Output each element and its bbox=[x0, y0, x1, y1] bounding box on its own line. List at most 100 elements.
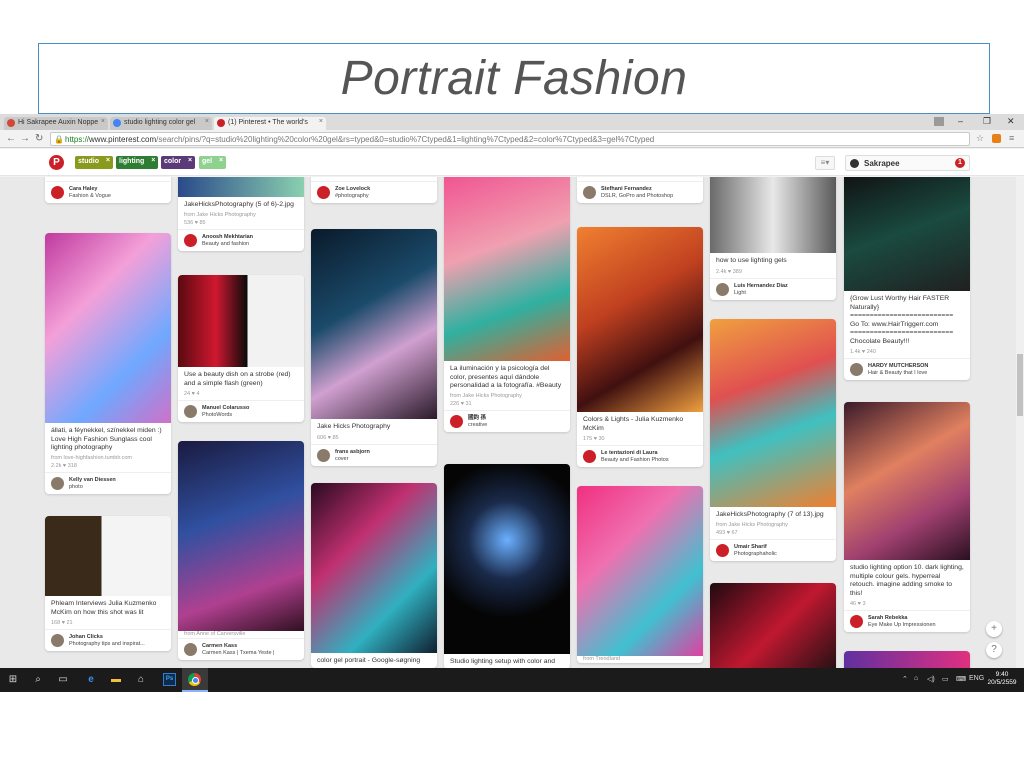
board-name[interactable]: Beauty and fashion bbox=[202, 241, 249, 247]
tab-gmail[interactable]: Hi Sakrapee Auxin Noppe × bbox=[4, 117, 108, 130]
pin-card[interactable] bbox=[844, 651, 970, 668]
pinner-name[interactable]: Carmen Kass bbox=[202, 643, 304, 650]
pin-card[interactable]: Colors & Lights - Julia Kuzmenko McKim 17… bbox=[577, 227, 703, 467]
pin-attribution[interactable]: 國鈞 孫 creative bbox=[444, 409, 570, 432]
pinner-name[interactable]: Luis Hernandez Diaz bbox=[734, 283, 836, 290]
pin-attribution[interactable]: frans asbjorn cover bbox=[311, 443, 437, 466]
board-name[interactable]: creative bbox=[468, 422, 487, 428]
board-name[interactable]: DSLR, GoPro and Photoshop bbox=[601, 193, 673, 199]
avatar[interactable] bbox=[317, 448, 330, 462]
chrome-icon[interactable] bbox=[188, 673, 201, 686]
pin-image[interactable] bbox=[844, 177, 970, 291]
avatar[interactable] bbox=[184, 405, 197, 418]
store-icon[interactable]: ⌂ bbox=[134, 673, 148, 687]
pin-card[interactable]: from Trendland bbox=[577, 486, 703, 663]
volume-icon[interactable]: ◁) bbox=[927, 675, 935, 683]
url-input[interactable]: 🔒 https://www.pinterest.com/search/pins/… bbox=[50, 132, 970, 146]
language-indicator[interactable]: ENG bbox=[969, 675, 984, 682]
pin-source[interactable]: from Jake Hicks Photography bbox=[178, 212, 304, 219]
avatar[interactable] bbox=[51, 476, 64, 490]
pinner-name[interactable]: frans asbjorn bbox=[335, 449, 437, 456]
pin-card[interactable]: {Grow Lust Worthy Hair FASTER Naturally}… bbox=[844, 177, 970, 380]
avatar[interactable] bbox=[583, 450, 596, 463]
pin-source[interactable]: from Jake Hicks Photography bbox=[710, 522, 836, 529]
close-icon[interactable]: × bbox=[319, 118, 323, 125]
pin-attribution[interactable]: Anoosh Mekhtarian Beauty and fashion bbox=[178, 228, 304, 251]
pin-attribution[interactable]: Sarah Rebekka Eye Make Up Impressionen bbox=[844, 610, 970, 632]
board-name[interactable]: cover bbox=[335, 456, 348, 462]
avatar[interactable] bbox=[184, 643, 197, 656]
reload-icon[interactable]: ↻ bbox=[35, 133, 43, 144]
close-window-button[interactable]: ✕ bbox=[1007, 116, 1015, 127]
options-menu-button[interactable]: ≡▾ bbox=[815, 156, 835, 170]
pin-image[interactable] bbox=[444, 177, 570, 361]
pin-card[interactable]: 563 ♥ 55Stefhani FernandezDSLR, GoPro an… bbox=[577, 177, 703, 203]
board-name[interactable]: Eye Make Up Impressionen bbox=[868, 622, 936, 628]
back-icon[interactable]: ← bbox=[6, 133, 16, 144]
pin-source[interactable]: from Trendland bbox=[577, 656, 703, 663]
star-icon[interactable]: ☆ bbox=[976, 133, 984, 144]
tab-pinterest[interactable]: (1) Pinterest • The world's × bbox=[214, 117, 326, 130]
file-explorer-icon[interactable]: ▬ bbox=[109, 673, 123, 687]
pinner-name[interactable]: Zoe Lovelock bbox=[335, 186, 437, 193]
avatar[interactable] bbox=[716, 282, 729, 296]
tray-arrow-icon[interactable]: ⌃ bbox=[902, 675, 908, 683]
forward-icon[interactable]: → bbox=[20, 133, 30, 144]
pin-image[interactable] bbox=[577, 486, 703, 656]
avatar[interactable] bbox=[317, 186, 330, 199]
avatar[interactable] bbox=[583, 186, 596, 199]
pin-image[interactable] bbox=[844, 651, 970, 668]
filter-chip-studio[interactable]: studio × bbox=[75, 156, 113, 169]
pin-image[interactable] bbox=[444, 464, 570, 654]
pinner-name[interactable]: Sarah Rebekka bbox=[868, 615, 970, 622]
pin-source[interactable]: from love-highfashion.tumblr.com bbox=[45, 455, 171, 462]
pin-card[interactable]: Phleam Interviews Julia Kuzmenko McKim o… bbox=[45, 516, 171, 651]
pin-card[interactable]: JakeHicksPhotography (7 of 13).jpg from J… bbox=[710, 319, 836, 561]
windows-start-icon[interactable]: ⊞ bbox=[6, 673, 20, 687]
avatar[interactable] bbox=[51, 634, 64, 647]
close-icon[interactable]: × bbox=[101, 118, 105, 125]
task-view-icon[interactable]: ▭ bbox=[56, 673, 70, 687]
remove-icon[interactable]: × bbox=[106, 157, 110, 164]
avatar[interactable] bbox=[184, 233, 197, 247]
pin-image[interactable] bbox=[45, 233, 171, 423]
remove-icon[interactable]: × bbox=[151, 157, 155, 164]
pin-image[interactable] bbox=[577, 227, 703, 412]
board-name[interactable]: Beauty and Fashion Photos bbox=[601, 457, 669, 463]
pin-attribution[interactable]: HARDY MUTCHERSON Hair & Beauty that I lov… bbox=[844, 358, 970, 380]
add-pin-button[interactable]: + bbox=[986, 621, 1002, 637]
avatar[interactable] bbox=[850, 615, 863, 628]
pin-card[interactable]: Use a beauty dish on a strobe (red) and … bbox=[178, 275, 304, 422]
pin-attribution[interactable]: Zoe Lovelock #photography bbox=[311, 181, 437, 203]
pin-card[interactable]: from Anne of Carversville Carmen Kass Carm… bbox=[178, 441, 304, 660]
edge-icon[interactable]: e bbox=[84, 673, 98, 687]
pin-card[interactable] bbox=[710, 583, 836, 668]
pinner-name[interactable]: Johan Clicks bbox=[69, 634, 171, 641]
pinner-name[interactable]: Cara Haley bbox=[69, 186, 171, 193]
filter-chip-gel[interactable]: gel × bbox=[199, 156, 227, 169]
pin-source[interactable]: from Anne of Carversville bbox=[178, 631, 304, 638]
board-name[interactable]: Carmen Kass | Txema Yeste | bbox=[202, 650, 274, 656]
tab-google-search[interactable]: studio lighting color gel × bbox=[110, 117, 212, 130]
pinner-name[interactable]: Anoosh Mekhtarian bbox=[202, 234, 304, 241]
pin-card[interactable]: studio lighting option 10. dark lighting… bbox=[844, 402, 970, 632]
avatar[interactable] bbox=[450, 414, 463, 428]
pin-card[interactable]: állati, a féynekkel, színekkel miden :) … bbox=[45, 233, 171, 494]
pin-image[interactable] bbox=[45, 516, 171, 596]
pin-card[interactable]: Studio lighting setup with color and bbox=[444, 464, 570, 668]
pin-image[interactable] bbox=[311, 229, 437, 419]
pin-card[interactable]: color gel portrait - Google-søgning bbox=[311, 483, 437, 668]
board-name[interactable]: PhotoWords bbox=[202, 412, 232, 418]
pin-image[interactable] bbox=[311, 483, 437, 653]
pin-image[interactable] bbox=[710, 319, 836, 507]
search-icon[interactable]: ⌕ bbox=[31, 673, 45, 687]
pinner-name[interactable]: Manuel Colarusso bbox=[202, 405, 304, 412]
scrollbar-track[interactable] bbox=[1016, 177, 1024, 668]
maximize-button[interactable]: ❐ bbox=[983, 116, 991, 127]
pinner-name[interactable]: Stefhani Fernandez bbox=[601, 186, 703, 193]
minimize-button[interactable]: – bbox=[958, 116, 963, 126]
help-button[interactable]: ? bbox=[986, 642, 1002, 658]
remove-icon[interactable]: × bbox=[219, 157, 223, 164]
pin-card[interactable]: La iluminación y la psicología del color… bbox=[444, 177, 570, 432]
pin-image[interactable] bbox=[178, 275, 304, 367]
